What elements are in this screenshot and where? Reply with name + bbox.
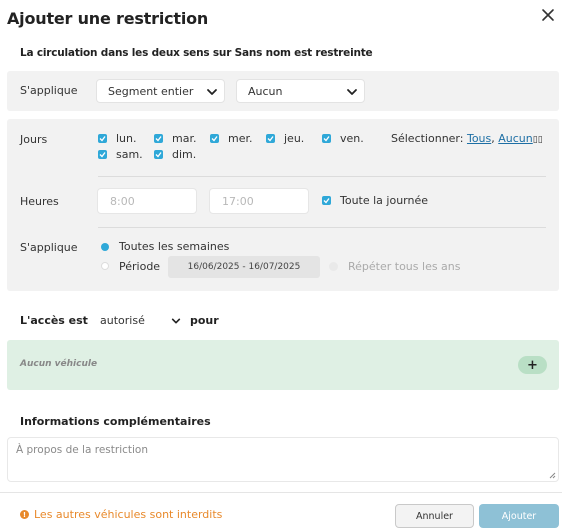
divider <box>98 176 546 177</box>
chevron-down-icon <box>347 89 357 95</box>
cancel-button[interactable]: Annuler <box>395 504 474 528</box>
segment-select[interactable]: Segment entier <box>96 79 225 103</box>
day-label-mar: mar. <box>172 132 197 145</box>
access-select[interactable]: autorisé <box>100 314 186 328</box>
day-checkbox-dim[interactable] <box>154 150 163 159</box>
divider <box>98 227 546 228</box>
footer-divider <box>0 492 562 493</box>
schedule-applies-label: S'applique <box>20 241 78 254</box>
applies-panel: S'applique Segment entier Aucun <box>7 71 559 111</box>
resize-handle-icon[interactable] <box>548 471 556 479</box>
applies-label: S'applique <box>20 84 78 97</box>
repeat-yearly-checkbox[interactable] <box>329 262 338 271</box>
day-checkbox-jeu[interactable] <box>266 134 275 143</box>
submit-button[interactable]: Ajouter <box>479 504 559 528</box>
day-checkbox-sam[interactable] <box>98 150 107 159</box>
period-date-range[interactable]: 16/06/2025 - 16/07/2025 <box>168 256 320 278</box>
hours-label: Heures <box>20 195 59 208</box>
quick-select-label: Sélectionner: <box>391 132 464 145</box>
period-label: Période <box>119 260 161 273</box>
day-label-mer: mer. <box>228 132 253 145</box>
day-label-ven: ven. <box>340 132 364 145</box>
warning-icon: ! <box>20 510 29 519</box>
other-vehicles-warning: ! Les autres véhicules sont interdits <box>20 508 222 521</box>
all-day-label: Toute la journée <box>340 194 429 207</box>
no-vehicle-text: Aucun véhicule <box>20 359 98 369</box>
period-radio[interactable] <box>101 262 109 270</box>
day-checkbox-ven[interactable] <box>322 134 331 143</box>
info-heading: Informations complémentaires <box>20 415 211 428</box>
hours-to-input[interactable]: 17:00 <box>209 188 309 214</box>
day-checkbox-lun[interactable] <box>98 134 107 143</box>
weekly-radio[interactable] <box>101 243 109 251</box>
vehicles-panel: Aucun véhicule + <box>7 340 559 390</box>
quick-select: Sélectionner: Tous, Aucun▯▯ <box>391 132 543 145</box>
add-vehicle-button[interactable]: + <box>518 356 547 374</box>
access-label: L'accès est <box>20 314 88 327</box>
warning-text: Les autres véhicules sont interdits <box>34 508 223 521</box>
day-label-dim: dim. <box>172 148 197 161</box>
close-icon[interactable] <box>540 7 556 23</box>
restriction-subtitle: La circulation dans les deux sens sur Sa… <box>20 47 373 59</box>
segment-select-value: Segment entier <box>108 84 194 98</box>
schedule-panel: Jours lun. mar. mer. jeu. ven. sam. dim.… <box>7 119 559 291</box>
weekly-label: Toutes les semaines <box>119 240 230 253</box>
access-select-value: autorisé <box>100 314 145 327</box>
day-label-lun: lun. <box>116 132 137 145</box>
repeat-yearly-label: Répéter tous les ans <box>348 260 461 273</box>
select-all-link[interactable]: Tous <box>467 132 491 145</box>
lane-select-value: Aucun <box>248 84 283 98</box>
day-checkbox-mer[interactable] <box>210 134 219 143</box>
chevron-down-icon <box>171 318 181 324</box>
lane-select[interactable]: Aucun <box>236 79 365 103</box>
chevron-down-icon <box>207 89 217 95</box>
day-label-sam: sam. <box>116 148 143 161</box>
all-day-checkbox[interactable] <box>322 196 331 205</box>
hours-from-input[interactable]: 8:00 <box>97 188 197 214</box>
restriction-notes-placeholder: À propos de la restriction <box>16 444 148 456</box>
quick-select-trail: ▯▯ <box>532 135 543 145</box>
restriction-notes-textarea[interactable]: À propos de la restriction <box>7 437 559 482</box>
select-none-link[interactable]: Aucun <box>498 132 533 145</box>
days-label: Jours <box>20 133 48 146</box>
dialog-title: Ajouter une restriction <box>7 9 209 28</box>
day-checkbox-mar[interactable] <box>154 134 163 143</box>
day-label-jeu: jeu. <box>284 132 305 145</box>
access-suffix: pour <box>190 314 219 327</box>
